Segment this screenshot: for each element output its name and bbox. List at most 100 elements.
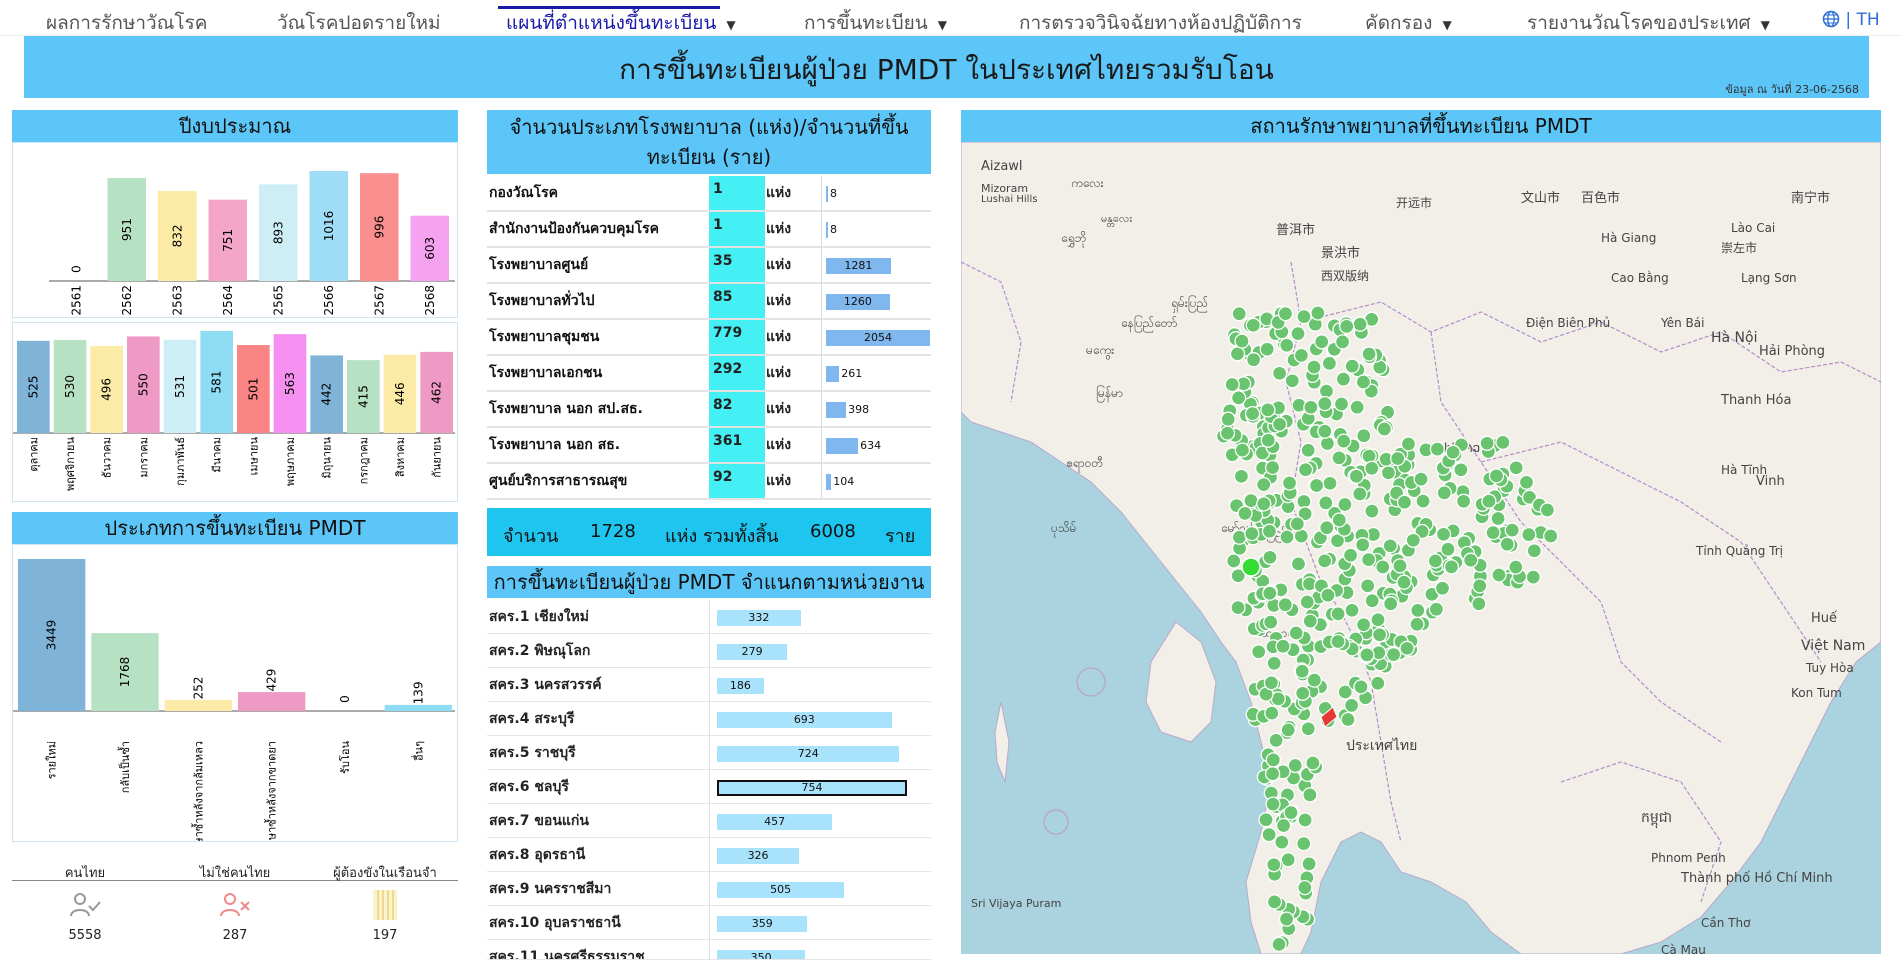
facility-marker[interactable]	[1409, 616, 1425, 632]
facility-marker[interactable]	[1479, 435, 1495, 451]
facility-marker[interactable]	[1244, 405, 1261, 422]
bar[interactable]	[164, 699, 232, 711]
office-row[interactable]: สคร.4 สระบุรี 693	[487, 702, 931, 736]
nav-registration-map[interactable]: แผนที่ตำแหน่งขึ้นทะเบียน ▼	[506, 8, 736, 38]
facility-marker[interactable]	[1499, 536, 1515, 552]
facility-marker[interactable]	[1279, 529, 1295, 545]
facility-marker[interactable]	[1488, 468, 1505, 484]
facility-marker[interactable]	[1331, 512, 1347, 528]
facility-marker[interactable]	[1319, 435, 1336, 452]
facility-marker[interactable]	[1319, 520, 1335, 536]
facility-marker[interactable]	[1525, 569, 1541, 585]
facility-marker[interactable]	[1318, 383, 1335, 399]
hospital-row[interactable]: โรงพยาบาลเอกชน 292 แห่ง 261	[487, 356, 931, 392]
office-row[interactable]: สคร.10 อุบลราชธานี 359	[487, 906, 931, 940]
facility-marker[interactable]	[1264, 705, 1280, 721]
office-row[interactable]: สคร.8 อุดรธานี 326	[487, 838, 931, 872]
facility-marker[interactable]	[1415, 493, 1431, 509]
facility-marker[interactable]	[1277, 305, 1294, 322]
facility-marker[interactable]	[1294, 663, 1310, 679]
facility-marker[interactable]	[1344, 602, 1360, 618]
facility-marker[interactable]	[1289, 516, 1305, 532]
facility-marker[interactable]	[1305, 755, 1321, 771]
facility-marker[interactable]	[1355, 537, 1371, 553]
facility-marker[interactable]	[1268, 732, 1284, 749]
facility-marker[interactable]	[1293, 347, 1310, 364]
bar[interactable]	[238, 692, 306, 711]
facility-marker[interactable]	[1271, 365, 1288, 381]
facility-marker[interactable]	[1371, 627, 1388, 643]
facility-marker[interactable]	[1296, 308, 1312, 325]
facility-marker[interactable]	[1455, 493, 1472, 509]
facility-marker[interactable]	[1266, 857, 1282, 873]
facility-marker[interactable]	[1491, 567, 1507, 583]
hospital-row[interactable]: โรงพยาบาลทั่วไป 85 แห่ง 1260	[487, 284, 931, 320]
facility-marker[interactable]	[1244, 525, 1260, 542]
facility-marker[interactable]	[1485, 524, 1501, 541]
facility-marker[interactable]	[1280, 722, 1296, 738]
facility-marker[interactable]	[1330, 633, 1346, 650]
facility-marker[interactable]	[1260, 432, 1276, 448]
facility-marker[interactable]	[1275, 817, 1292, 834]
facility-marker[interactable]	[1300, 442, 1316, 458]
facility-marker[interactable]	[1463, 552, 1479, 568]
facility-marker[interactable]	[1481, 493, 1497, 509]
facility-marker[interactable]	[1526, 543, 1542, 559]
facility-marker[interactable]	[1245, 352, 1262, 368]
office-row[interactable]: สคร.11 นครศรีธรรมราช 350	[487, 940, 931, 960]
facility-marker[interactable]	[1342, 547, 1359, 563]
facility-marker[interactable]	[1355, 617, 1372, 633]
nav-country-report[interactable]: รายงานวัณโรคของประเทศ ▼	[1527, 8, 1770, 38]
registered-bar[interactable]	[826, 474, 832, 490]
facility-marker[interactable]	[1518, 474, 1535, 490]
facility-marker[interactable]	[1333, 396, 1350, 412]
facility-marker[interactable]	[1261, 826, 1277, 843]
facility-marker[interactable]	[1234, 442, 1251, 458]
facility-marker[interactable]	[1288, 625, 1304, 641]
facility-marker[interactable]	[1281, 475, 1298, 491]
map-canvas[interactable]: AizawlMizoramLushai Hillsကလေးရွှေဘိုမကွေ…	[961, 142, 1881, 954]
facility-marker[interactable]	[1300, 721, 1316, 737]
facility-marker[interactable]	[1349, 399, 1365, 415]
office-row[interactable]: สคร.9 นครราชสีมา 505	[487, 872, 931, 906]
facility-marker[interactable]	[1256, 476, 1272, 493]
facility-marker[interactable]	[1355, 374, 1372, 390]
facility-marker[interactable]	[1302, 613, 1318, 629]
facility-marker[interactable]	[1361, 346, 1377, 362]
facility-marker[interactable]	[1243, 492, 1259, 509]
facility-marker[interactable]	[1396, 574, 1412, 590]
facility-marker[interactable]	[1429, 441, 1446, 457]
facility-marker[interactable]	[1472, 578, 1488, 594]
facility-marker[interactable]	[1385, 646, 1402, 663]
facility-marker[interactable]	[1224, 376, 1240, 393]
language-switcher[interactable]: | TH	[1822, 10, 1880, 30]
facility-marker[interactable]	[1264, 459, 1281, 476]
facility-marker[interactable]	[1265, 752, 1281, 768]
facility-marker[interactable]	[1427, 553, 1444, 569]
facility-marker[interactable]	[1230, 390, 1247, 406]
nav-new-pulmonary-tb[interactable]: วัณโรคปอดรายใหม่	[277, 8, 441, 38]
facility-marker[interactable]	[1380, 465, 1397, 481]
facility-marker[interactable]	[1258, 812, 1274, 828]
facility-marker[interactable]	[1317, 423, 1333, 439]
office-row[interactable]: สคร.5 ราชบุรี 724	[487, 736, 931, 770]
facility-marker[interactable]	[1274, 834, 1290, 850]
facility-marker[interactable]	[1359, 647, 1375, 663]
facility-marker[interactable]	[1278, 911, 1295, 927]
registered-bar[interactable]	[826, 186, 828, 202]
hospital-row[interactable]: โรงพยาบาล นอก สป.สธ. 82 แห่ง 398	[487, 392, 931, 428]
office-row[interactable]: สคร.1 เชียงใหม่ 332	[487, 600, 931, 634]
facility-marker[interactable]	[1375, 559, 1391, 575]
facility-marker[interactable]	[1352, 316, 1368, 332]
facility-marker[interactable]	[1318, 495, 1334, 511]
facility-marker[interactable]	[1353, 679, 1369, 695]
facility-marker[interactable]	[1495, 434, 1511, 451]
facility-marker[interactable]	[1290, 556, 1307, 572]
facility-marker[interactable]	[1396, 494, 1413, 510]
facility-marker[interactable]	[1234, 333, 1250, 349]
facility-marker[interactable]	[1413, 471, 1429, 487]
hospital-row[interactable]: กองวัณโรค 1 แห่ง 8	[487, 176, 931, 212]
facility-marker[interactable]	[1440, 541, 1456, 557]
facility-marker[interactable]	[1399, 640, 1415, 656]
nav-lab-diagnosis[interactable]: การตรวจวินิจฉัยทางห้องปฏิบัติการ	[1019, 8, 1302, 38]
